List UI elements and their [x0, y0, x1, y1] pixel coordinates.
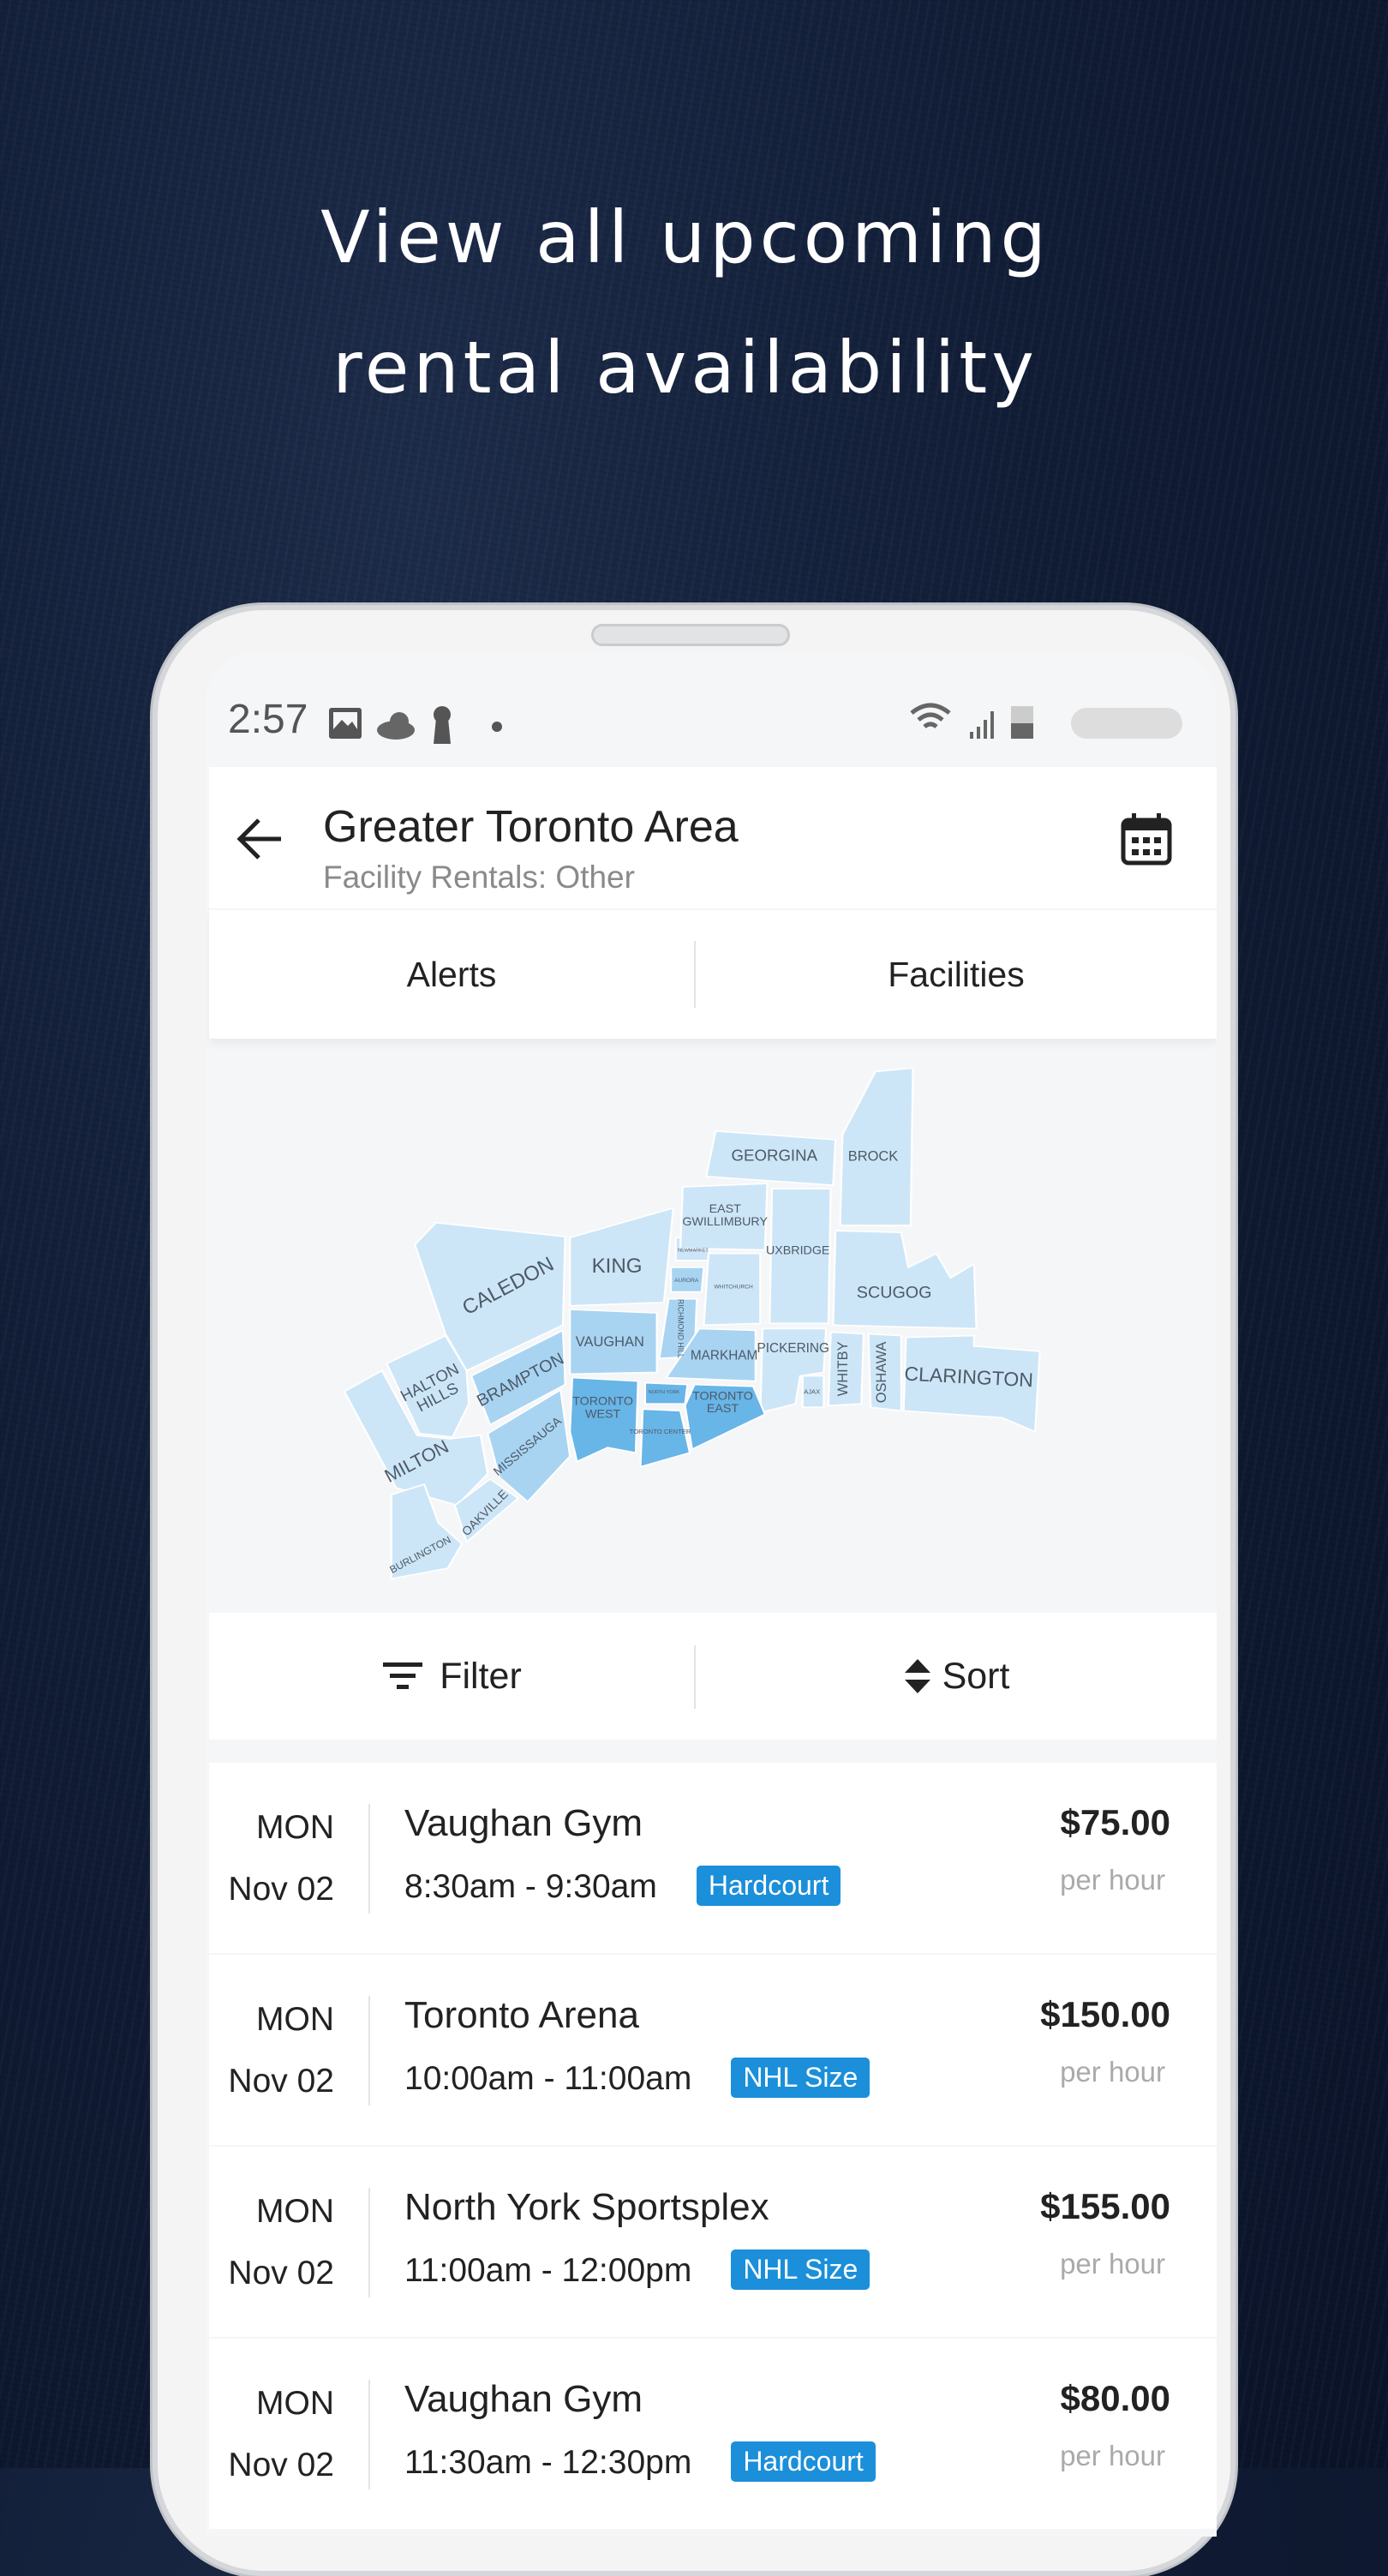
map-label-king: KING — [592, 1255, 643, 1278]
tab-bar: Alerts Facilities — [209, 910, 1217, 1039]
listing-date: Nov 02 — [228, 2447, 334, 2483]
headline-line1: View all upcoming — [320, 195, 1050, 279]
status-icons-right — [910, 703, 1182, 739]
map-label-markham: MARKHAM — [691, 1348, 757, 1363]
facility-name: Toronto Arena — [404, 1994, 639, 2036]
phone-speaker — [591, 624, 790, 646]
price: $155.00 — [1040, 2186, 1170, 2226]
battery-icon — [1011, 706, 1033, 739]
listing-day: MON — [256, 2193, 334, 2230]
tab-facilities[interactable]: Facilities — [696, 910, 1217, 1039]
map-label-toronto-center: TORONTO CENTER — [630, 1428, 691, 1435]
map-label-oshawa: OSHAWA — [874, 1342, 889, 1404]
price-unit: per hour — [1060, 2248, 1165, 2279]
filter-button[interactable]: Filter — [209, 1613, 694, 1740]
listing-date: Nov 02 — [228, 2255, 334, 2291]
facility-name: North York Sportsplex — [404, 2186, 769, 2228]
calendar-icon[interactable] — [1120, 812, 1173, 866]
status-icons-left — [329, 706, 502, 744]
list-item[interactable]: MON Nov 02 Vaughan Gym 11:30am - 12:30pm… — [209, 2339, 1217, 2529]
image-icon — [329, 708, 362, 739]
row-divider — [368, 2380, 370, 2489]
time-range: 11:30am - 12:30pm — [404, 2444, 692, 2481]
signal-icon — [970, 711, 994, 739]
listing-date: Nov 02 — [228, 1871, 334, 1908]
arrow-left-icon[interactable] — [233, 812, 288, 866]
filter-icon — [383, 1662, 423, 1689]
filter-sort-bar: Filter Sort — [209, 1613, 1217, 1740]
list-item[interactable]: MON Nov 02 North York Sportsplex 11:00am… — [209, 2147, 1217, 2337]
listing-day: MON — [256, 1809, 334, 1846]
phone-screen: 2:57 Greater Toronto Area Facility Renta… — [206, 651, 1217, 2537]
row-divider — [368, 1804, 370, 1914]
page-title: Greater Toronto Area — [323, 802, 739, 852]
wifi-icon — [910, 703, 951, 728]
page-subtitle: Facility Rentals: Other — [323, 860, 635, 895]
map-label-pickering: PICKERING — [757, 1341, 829, 1356]
headline-line2: rental availability — [332, 326, 1038, 410]
sort-icon — [904, 1659, 930, 1693]
app-header: Greater Toronto Area Facility Rentals: O… — [209, 767, 1217, 908]
price: $80.00 — [1060, 2378, 1170, 2418]
listing-date: Nov 02 — [228, 2063, 334, 2100]
map-region-toronto-center[interactable] — [639, 1408, 691, 1468]
facility-tag-badge: NHL Size — [731, 2058, 870, 2098]
price-unit: per hour — [1060, 1864, 1165, 1896]
sort-button[interactable]: Sort — [696, 1613, 1217, 1740]
row-divider — [368, 2188, 370, 2297]
map-label-ajax: AJAX — [804, 1388, 820, 1396]
map-label-richmond-hill: RICHMOND HILL — [676, 1299, 685, 1358]
map-label-aurora: AURORA — [674, 1278, 699, 1284]
map-label-uxbridge: UXBRIDGE — [766, 1243, 829, 1257]
price: $75.00 — [1060, 1802, 1170, 1842]
map-label-whitby: WHITBY — [835, 1341, 851, 1396]
list-item[interactable]: MON Nov 02 Toronto Arena 10:00am - 11:00… — [209, 1955, 1217, 2145]
sort-label: Sort — [942, 1655, 1010, 1697]
status-time: 2:57 — [228, 697, 308, 742]
map-label-georgina: GEORGINA — [732, 1147, 818, 1165]
map-region-scugog[interactable] — [832, 1230, 978, 1330]
map-label-scugog: SCUGOG — [857, 1284, 932, 1303]
region-map: CALEDONHALTONHILLSMILTONBURLINGTONOAKVIL… — [343, 1067, 1041, 1580]
map-label-whitchurch: WHITCHURCH — [714, 1284, 753, 1290]
cloud-icon — [377, 712, 415, 740]
time-range: 11:00am - 12:00pm — [404, 2252, 692, 2289]
facility-tag-badge: Hardcourt — [696, 1866, 841, 1906]
price-unit: per hour — [1060, 2056, 1165, 2088]
time-range: 8:30am - 9:30am — [404, 1868, 657, 1905]
facility-name: Vaughan Gym — [404, 2378, 643, 2420]
row-divider — [368, 1996, 370, 2106]
map-label-north-york: NORTH YORK — [649, 1390, 680, 1395]
facility-name: Vaughan Gym — [404, 1802, 643, 1844]
tab-alerts[interactable]: Alerts — [209, 910, 694, 1039]
map-label-brock: BROCK — [848, 1149, 899, 1165]
keyhole-icon — [434, 706, 451, 744]
camera-cutout — [1071, 708, 1182, 739]
price-unit: per hour — [1060, 2440, 1165, 2471]
price: $150.00 — [1040, 1994, 1170, 2034]
dot-icon — [492, 722, 502, 732]
facility-tag-badge: Hardcourt — [731, 2441, 876, 2482]
map-label-newmarket: NEWMARKET — [678, 1249, 709, 1254]
list-item[interactable]: MON Nov 02 Vaughan Gym 8:30am - 9:30am Ha… — [209, 1763, 1217, 1953]
listing-day: MON — [256, 2385, 334, 2422]
listing-day: MON — [256, 2001, 334, 2038]
map-region-brock[interactable] — [839, 1067, 914, 1226]
facility-tag-badge: NHL Size — [731, 2250, 870, 2290]
filter-label: Filter — [440, 1655, 522, 1697]
time-range: 10:00am - 11:00am — [404, 2060, 692, 2097]
map-label-vaughan: VAUGHAN — [576, 1334, 644, 1350]
